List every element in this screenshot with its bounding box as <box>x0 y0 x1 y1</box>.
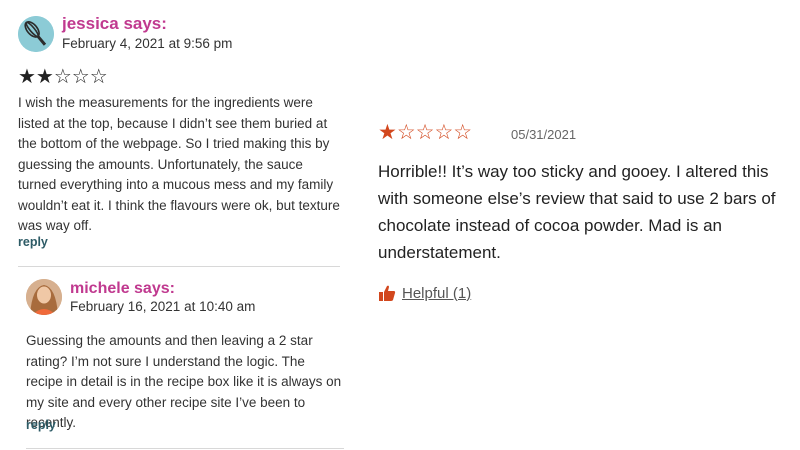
comment-author[interactable]: michele says: <box>70 280 175 298</box>
comment-body: I wish the measurements for the ingredie… <box>18 95 340 233</box>
whisk-avatar-icon <box>18 16 54 52</box>
comment-divider <box>26 448 344 449</box>
user-photo-avatar <box>26 279 62 315</box>
helpful-label[interactable]: Helpful (1) <box>402 285 471 302</box>
comments-panel: jessica says: February 4, 2021 at 9:56 p… <box>0 0 345 450</box>
review-date: 05/31/2021 <box>511 127 577 142</box>
reply-link[interactable]: reply <box>18 235 48 249</box>
comment-body: Guessing the amounts and then leaving a … <box>26 333 342 430</box>
reply-link[interactable]: reply <box>26 418 56 432</box>
review-body: Horrible!! It’s way too sticky and gooey… <box>378 162 776 262</box>
review-panel: ★☆☆☆☆ 05/31/2021 Horrible!! It’s way too… <box>360 0 800 450</box>
thumbs-up-icon[interactable] <box>378 284 396 302</box>
comment-date[interactable]: February 4, 2021 at 9:56 pm <box>62 36 232 51</box>
comment-author[interactable]: jessica says: <box>62 14 167 34</box>
helpful-button[interactable]: Helpful (1) <box>378 284 471 302</box>
comment-date[interactable]: February 16, 2021 at 10:40 am <box>70 299 255 314</box>
comment-star-rating: ★★☆☆☆ <box>18 66 108 88</box>
review-star-rating: ★☆☆☆☆ <box>378 121 473 144</box>
comment-divider <box>18 266 340 267</box>
